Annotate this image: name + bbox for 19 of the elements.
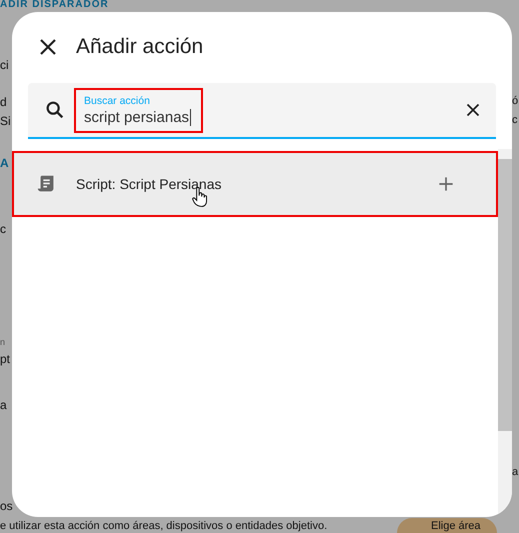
background-text: ci bbox=[0, 58, 9, 72]
background-text: a bbox=[512, 466, 518, 478]
background-text: n bbox=[0, 337, 6, 347]
background-text: pt bbox=[0, 352, 10, 366]
search-field[interactable]: Buscar acción script persianas bbox=[28, 83, 496, 139]
background-text: c bbox=[0, 222, 6, 236]
search-icon bbox=[44, 99, 66, 121]
background-text: Si bbox=[0, 114, 11, 128]
background-text: a bbox=[0, 398, 7, 412]
dialog-title: Añadir acción bbox=[76, 35, 204, 59]
background-text: d bbox=[0, 95, 7, 109]
background-text: os bbox=[0, 499, 13, 513]
background-text: e utilizar esta acción como áreas, dispositivos o entidades objetivo. bbox=[0, 520, 328, 532]
field-label: Buscar acción bbox=[84, 94, 151, 106]
background-text: c bbox=[512, 114, 518, 126]
background-text: A bbox=[0, 156, 9, 170]
field-value: script persianas bbox=[84, 108, 192, 126]
background-text: ó bbox=[512, 95, 518, 107]
result-item[interactable]: Script: Script Persianas bbox=[12, 151, 498, 217]
